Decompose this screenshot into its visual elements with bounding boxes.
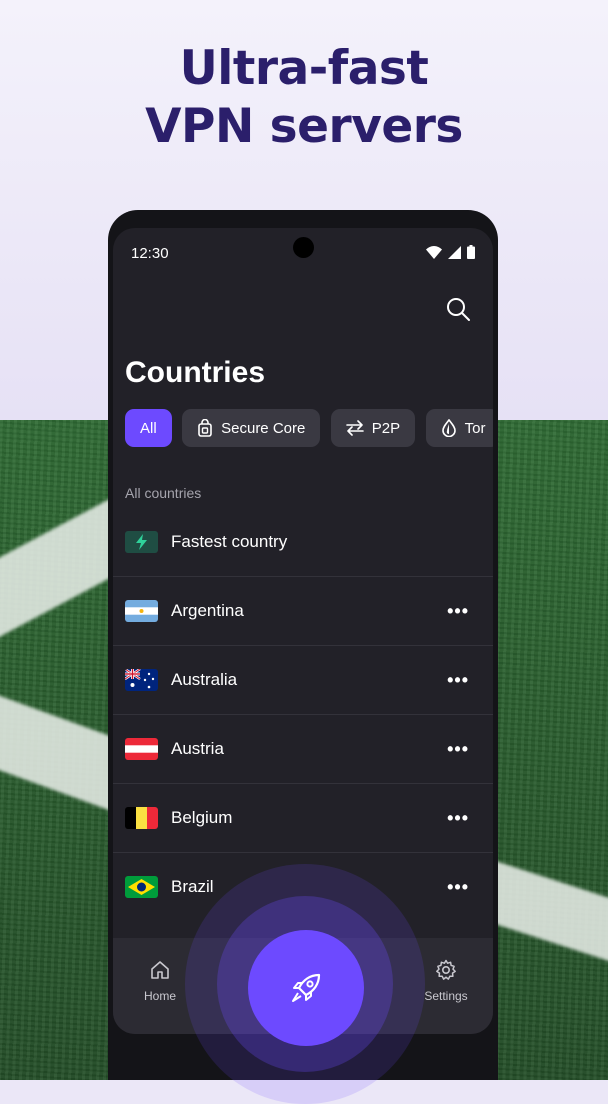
chip-secure-core[interactable]: Secure Core xyxy=(182,409,321,447)
country-name: Austria xyxy=(171,739,224,758)
country-name: Brazil xyxy=(171,877,214,896)
more-options-button[interactable]: ••• xyxy=(447,877,469,898)
status-icons xyxy=(426,245,475,259)
more-options-button[interactable]: ••• xyxy=(447,670,469,691)
camera-cutout xyxy=(293,237,314,258)
more-options-button[interactable]: ••• xyxy=(447,739,469,760)
gear-icon xyxy=(436,959,456,980)
headline: Ultra-fast VPN servers xyxy=(0,40,608,156)
list-item-australia[interactable]: Australia ••• xyxy=(113,646,493,715)
home-icon xyxy=(151,961,169,979)
flag-argentina xyxy=(125,600,158,622)
chip-tor[interactable]: Tor xyxy=(425,409,493,447)
lightning-icon xyxy=(125,531,158,553)
section-label: All countries xyxy=(125,485,202,501)
chip-all-label: All xyxy=(140,419,157,437)
list-item-fastest[interactable]: Fastest country xyxy=(113,508,493,577)
rocket-icon xyxy=(292,973,321,1002)
battery-icon xyxy=(467,245,475,259)
page-title: Countries xyxy=(125,356,266,389)
flag-australia xyxy=(125,669,158,691)
filter-chips: All Secure Core P2P Tor xyxy=(125,409,493,449)
list-item-austria[interactable]: Austria ••• xyxy=(113,715,493,784)
list-item-belgium[interactable]: Belgium ••• xyxy=(113,784,493,853)
country-name: Argentina xyxy=(171,601,244,620)
chip-tor-label: Tor xyxy=(464,419,486,437)
headline-line-1: Ultra-fast xyxy=(179,41,429,96)
flag-brazil xyxy=(125,876,158,898)
country-list: Fastest country Argentina ••• Australia … xyxy=(113,508,493,921)
chip-p2p[interactable]: P2P xyxy=(330,409,416,447)
country-name: Australia xyxy=(171,670,238,689)
status-bar: 12:30 xyxy=(113,228,493,278)
more-options-button[interactable]: ••• xyxy=(447,808,469,829)
chip-p2p-label: P2P xyxy=(371,419,401,437)
wifi-icon xyxy=(426,245,442,259)
onion-icon xyxy=(441,419,456,437)
chip-secure-core-label: Secure Core xyxy=(221,419,306,437)
secure-core-icon xyxy=(198,419,212,437)
chip-all[interactable]: All xyxy=(125,409,172,447)
headline-line-2: VPN servers xyxy=(145,99,463,154)
more-options-button[interactable]: ••• xyxy=(447,601,469,622)
flag-belgium xyxy=(125,807,158,829)
signal-icon xyxy=(448,245,461,259)
search-icon[interactable] xyxy=(445,296,471,322)
list-item-argentina[interactable]: Argentina ••• xyxy=(113,577,493,646)
flag-austria xyxy=(125,738,158,760)
status-time: 12:30 xyxy=(131,245,169,262)
quick-connect-button[interactable] xyxy=(248,930,364,1046)
p2p-arrows-icon xyxy=(345,420,364,436)
country-name: Belgium xyxy=(171,808,233,827)
country-name: Fastest country xyxy=(171,532,288,551)
